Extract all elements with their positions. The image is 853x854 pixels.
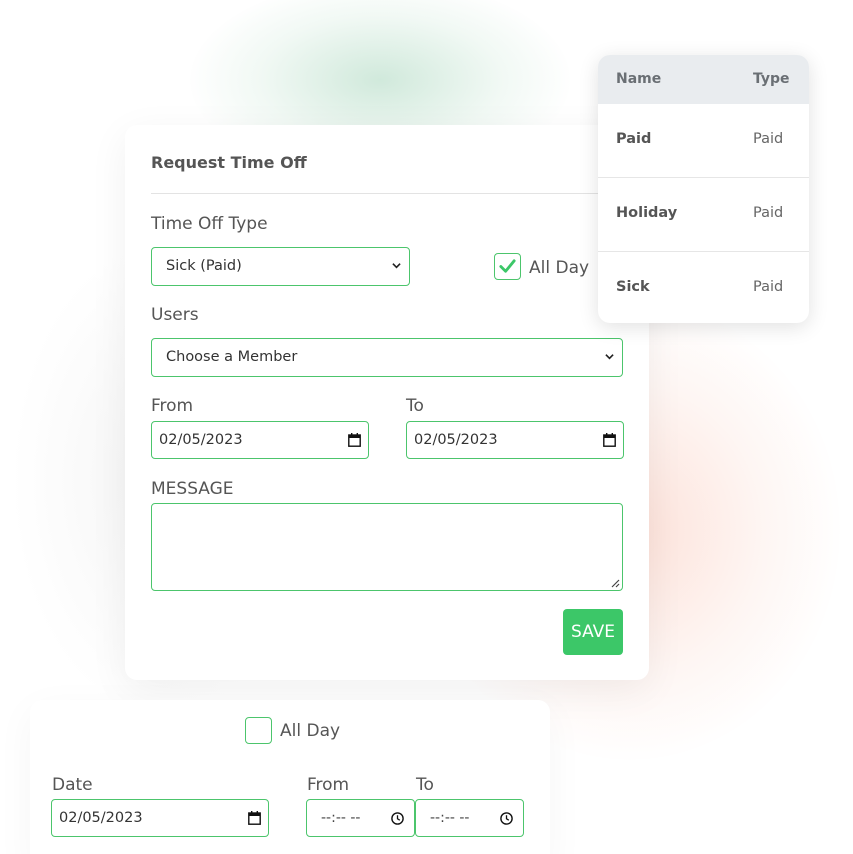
to-date-input[interactable]: 02/05/2023 [406,421,624,459]
row-type: Paid [753,279,784,295]
date-input[interactable]: 02/05/2023 [51,799,269,837]
date-value: 02/05/2023 [59,810,143,826]
clock-icon[interactable] [500,812,513,825]
to-label: To [406,396,424,416]
from-time-label: From [307,775,350,795]
row-type: Paid [753,131,784,147]
row-name: Sick [616,279,650,295]
chevron-down-icon [392,263,401,269]
bottom-all-day-checkbox[interactable] [245,717,272,744]
table-row[interactable]: Holiday Paid [598,178,809,252]
time-off-type-value: Sick (Paid) [166,258,242,274]
users-select[interactable]: Choose a Member [151,338,623,377]
from-label: From [151,396,194,416]
from-time-input[interactable]: --:-- -- [306,799,415,837]
calendar-icon[interactable] [348,433,361,447]
from-date-input[interactable]: 02/05/2023 [151,421,369,459]
chevron-down-icon [605,354,614,360]
time-off-type-select[interactable]: Sick (Paid) [151,247,410,286]
to-time-value: --:-- -- [430,810,470,826]
resize-handle-icon[interactable] [610,578,620,588]
to-time-input[interactable]: --:-- -- [415,799,524,837]
to-date-value: 02/05/2023 [414,432,498,448]
request-time-off-card: Request Time Off Time Off Type Sick (Pai… [125,125,649,680]
message-label: MESSAGE [151,479,234,499]
date-label: Date [52,775,93,795]
row-type: Paid [753,205,784,221]
table-header: Name Type [598,55,809,104]
from-time-value: --:-- -- [321,810,361,826]
all-day-checkbox[interactable] [494,253,521,280]
all-day-label: All Day [529,258,590,278]
column-header-type: Type [753,71,790,87]
users-label: Users [151,305,199,325]
row-name: Holiday [616,205,678,221]
bottom-all-day-label: All Day [280,721,341,741]
divider [151,193,623,194]
row-name: Paid [616,131,652,147]
table-row[interactable]: Paid Paid [598,104,809,178]
from-date-value: 02/05/2023 [159,432,243,448]
clock-icon[interactable] [391,812,404,825]
time-off-types-table: Name Type Paid Paid Holiday Paid Sick Pa… [598,55,809,323]
users-select-value: Choose a Member [166,349,298,365]
card-title: Request Time Off [151,153,307,172]
calendar-icon[interactable] [248,811,261,825]
column-header-name: Name [616,71,662,87]
save-button[interactable]: SAVE [563,609,623,655]
message-textarea[interactable] [151,503,623,591]
to-time-label: To [416,775,434,795]
table-row[interactable]: Sick Paid [598,252,809,323]
checkmark-icon [499,259,516,273]
calendar-icon[interactable] [603,433,616,447]
time-off-type-label: Time Off Type [151,214,268,234]
